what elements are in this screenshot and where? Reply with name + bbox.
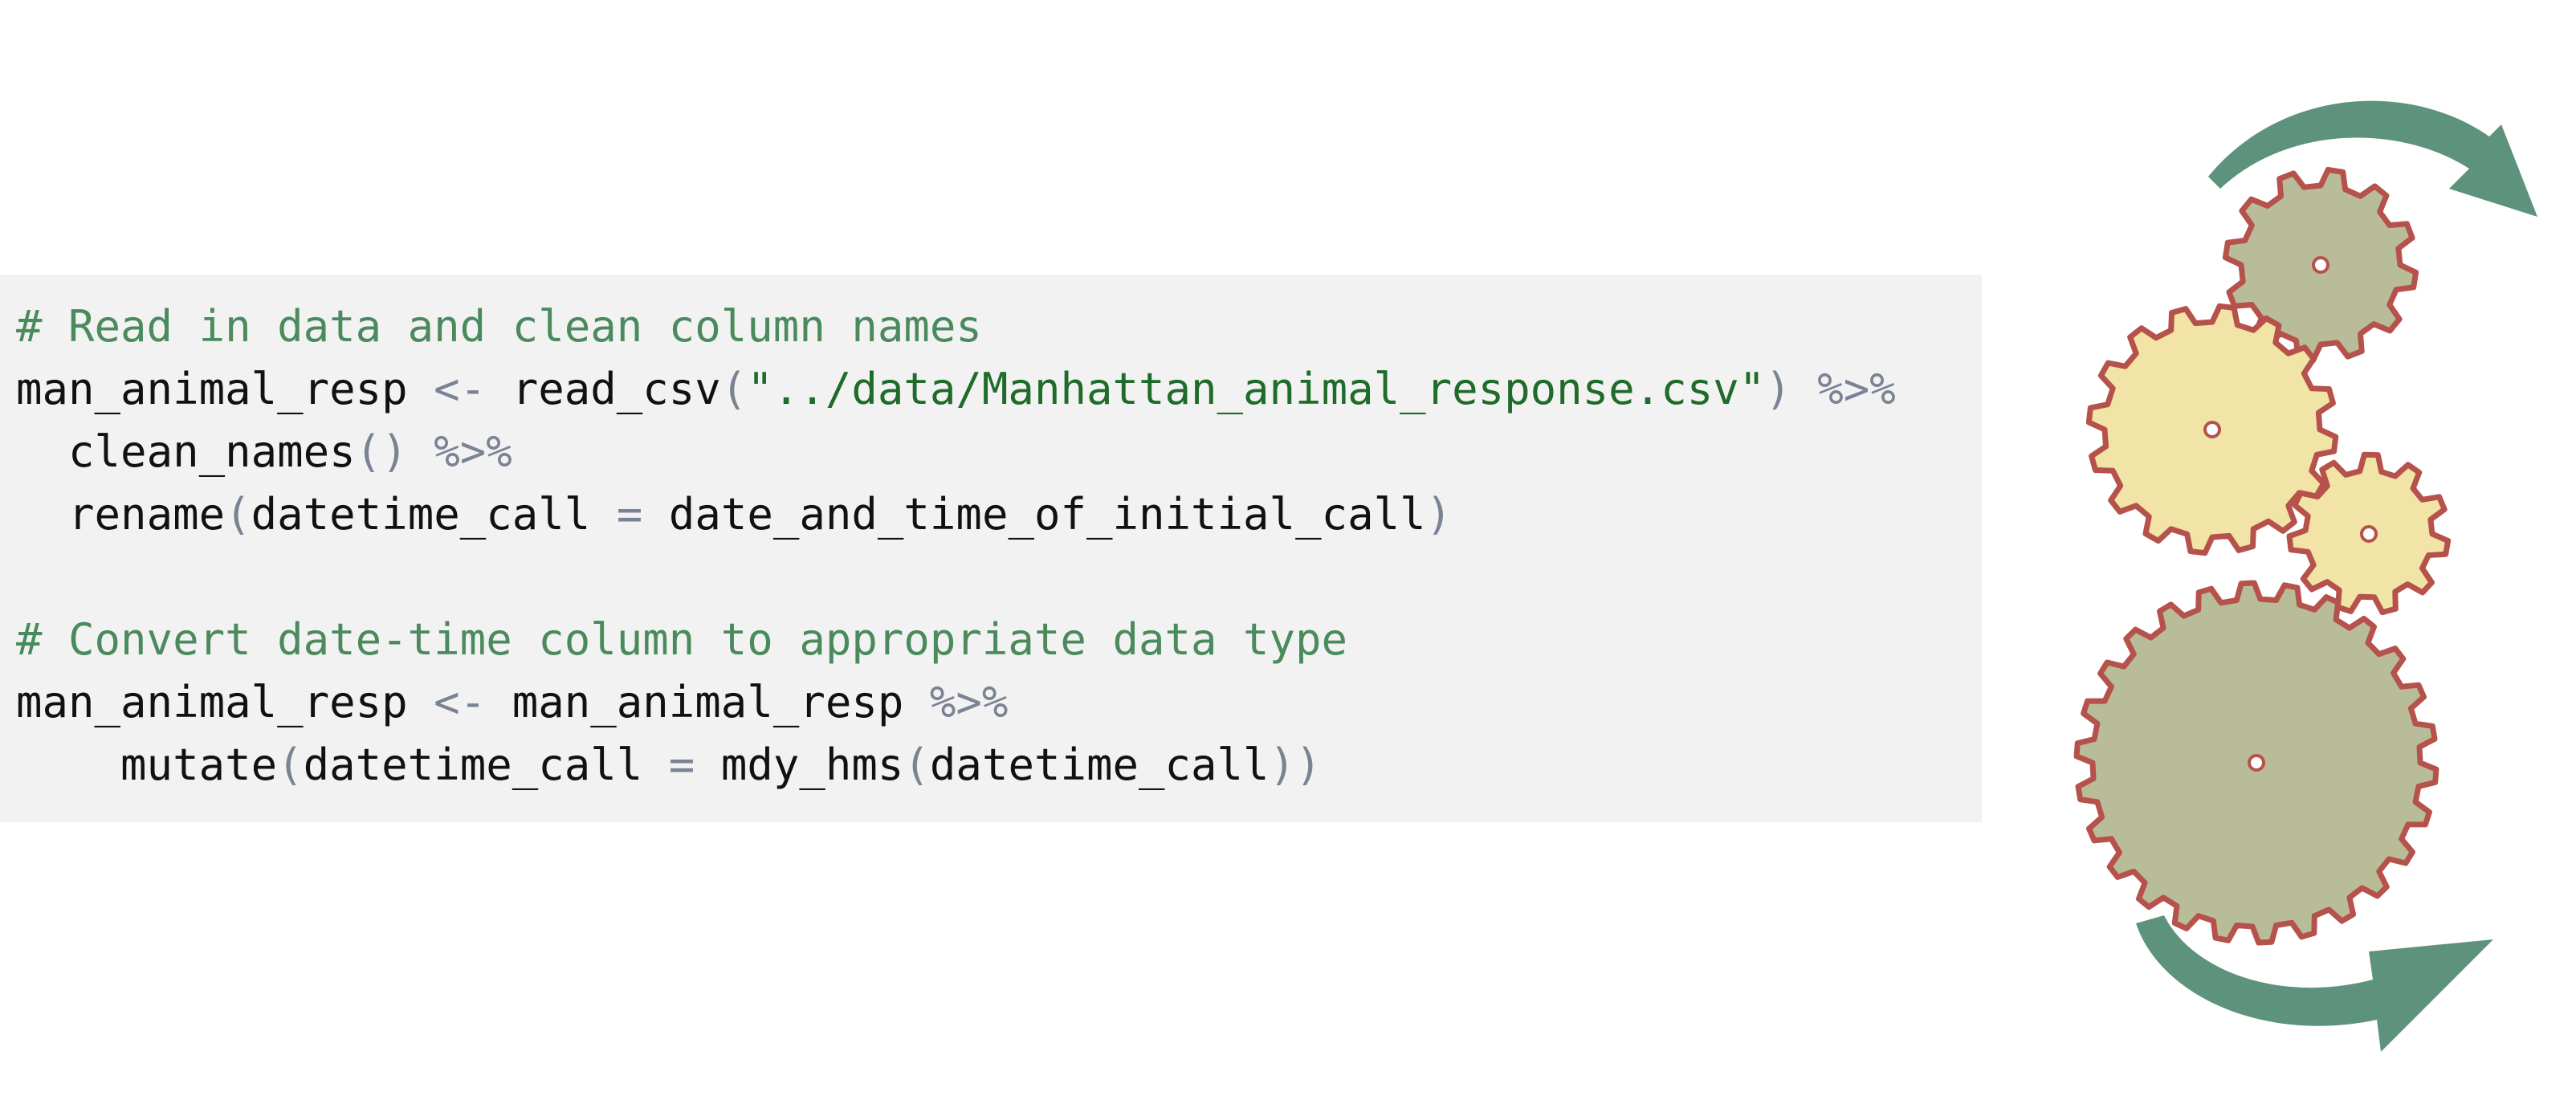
function-name: mutate [120, 739, 278, 790]
code-line-1: # Read in data and clean column names [16, 295, 1982, 358]
code-block: # Read in data and clean column names ma… [0, 275, 1982, 822]
equals-operator: = [590, 489, 669, 540]
code-line-8: mutate(datetime_call = mdy_hms(datetime_… [16, 734, 1982, 797]
variable-name: man_animal_resp [16, 677, 408, 727]
gears-illustration [2073, 100, 2537, 1052]
function-name: read_csv [512, 364, 721, 414]
gear-hub-icon [2360, 525, 2378, 543]
code-line-2: man_animal_resp <- read_csv("../data/Man… [16, 358, 1982, 421]
open-paren: ( [903, 739, 930, 790]
function-name: rename [68, 489, 226, 540]
string-literal: "../data/Manhattan_animal_response.csv" [747, 364, 1766, 414]
assign-operator: <- [407, 677, 512, 727]
open-paren: ( [720, 364, 748, 414]
open-paren: ( [277, 739, 304, 790]
pipe-operator: %>% [1791, 364, 1896, 414]
gear-hub-icon [2312, 256, 2329, 274]
rotating-gears-icon [2072, 48, 2576, 1076]
argument-name: datetime_call [251, 489, 591, 540]
close-paren: )) [1269, 739, 1322, 790]
code-line-6: # Convert date-time column to appropriat… [16, 609, 1982, 671]
close-paren: ) [1765, 364, 1791, 414]
pipe-operator: %>% [407, 426, 512, 477]
page: # Read in data and clean column names ma… [0, 0, 2576, 1096]
argument-value: date_and_time_of_initial_call [668, 489, 1426, 540]
function-name: mdy_hms [720, 739, 904, 790]
argument-name: datetime_call [303, 739, 643, 790]
code-comment: # Read in data and clean column names [16, 301, 982, 352]
parens: () [355, 426, 408, 477]
code-line-4: rename(datetime_call = date_and_time_of_… [16, 483, 1982, 546]
equals-operator: = [642, 739, 721, 790]
gear-hub-icon [2203, 421, 2221, 438]
code-line-3: clean_names() %>% [16, 421, 1982, 483]
code-line-7: man_animal_resp <- man_animal_resp %>% [16, 671, 1982, 734]
open-paren: ( [225, 489, 251, 540]
variable-name: man_animal_resp [16, 364, 408, 414]
argument-name: datetime_call [929, 739, 1270, 790]
close-paren: ) [1425, 489, 1453, 540]
code-comment: # Convert date-time column to appropriat… [16, 614, 1348, 665]
function-name: clean_names [68, 426, 356, 477]
pipe-operator: %>% [903, 677, 1009, 727]
variable-name: man_animal_resp [512, 677, 904, 727]
assign-operator: <- [407, 364, 512, 414]
gear-hub-icon [2248, 754, 2265, 772]
code-line-5-blank [16, 546, 1982, 609]
